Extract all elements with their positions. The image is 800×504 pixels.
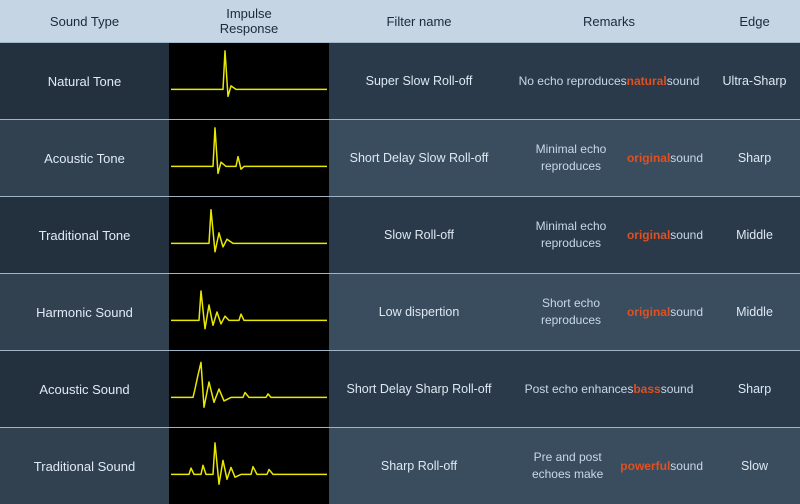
impulse-response-cell xyxy=(169,274,329,350)
table-row: Acoustic Sound Short Delay Sharp Roll-of… xyxy=(0,351,800,428)
table-row: Harmonic Sound Low dispertionShort echo … xyxy=(0,274,800,351)
impulse-response-cell xyxy=(169,428,329,504)
edge-cell: Middle xyxy=(709,274,800,350)
remarks-cell: No echo reproduces natural sound xyxy=(509,43,709,119)
sound-type-cell: Traditional Sound xyxy=(0,428,169,504)
impulse-response-cell xyxy=(169,351,329,427)
table-row: Natural Tone Super Slow Roll-offNo echo … xyxy=(0,43,800,120)
edge-cell: Slow xyxy=(709,428,800,504)
remarks-cell: Post echo enhances bass sound xyxy=(509,351,709,427)
highlighted-word: natural xyxy=(627,73,667,90)
remarks-cell: Pre and post echoes make powerful sound xyxy=(509,428,709,504)
edge-cell: Middle xyxy=(709,197,800,273)
remarks-cell: Minimal echo reproduces original sound xyxy=(509,197,709,273)
highlighted-word: original xyxy=(627,150,670,167)
header-filter: Filter name xyxy=(329,0,509,42)
header-remarks: Remarks xyxy=(509,0,709,42)
header-edge: Edge xyxy=(709,0,800,42)
highlighted-word: powerful xyxy=(620,458,670,475)
table-body: Natural Tone Super Slow Roll-offNo echo … xyxy=(0,43,800,504)
impulse-response-cell xyxy=(169,197,329,273)
filter-name-cell: Short Delay Slow Roll-off xyxy=(329,120,509,196)
sound-type-cell: Natural Tone xyxy=(0,43,169,119)
sound-type-cell: Traditional Tone xyxy=(0,197,169,273)
edge-cell: Sharp xyxy=(709,120,800,196)
table-row: Acoustic Tone Short Delay Slow Roll-offM… xyxy=(0,120,800,197)
edge-cell: Sharp xyxy=(709,351,800,427)
sound-type-cell: Harmonic Sound xyxy=(0,274,169,350)
filter-name-cell: Low dispertion xyxy=(329,274,509,350)
edge-cell: Ultra-Sharp xyxy=(709,43,800,119)
remarks-cell: Minimal echo reproduces original sound xyxy=(509,120,709,196)
highlighted-word: original xyxy=(627,304,670,321)
sound-type-cell: Acoustic Sound xyxy=(0,351,169,427)
comparison-table: Sound Type Impulse Response Filter name … xyxy=(0,0,800,504)
table-header: Sound Type Impulse Response Filter name … xyxy=(0,0,800,43)
highlighted-word: bass xyxy=(633,381,660,398)
table-row: Traditional Sound Sharp Roll-offPre and … xyxy=(0,428,800,504)
header-sound-type: Sound Type xyxy=(0,0,169,42)
filter-name-cell: Sharp Roll-off xyxy=(329,428,509,504)
impulse-response-cell xyxy=(169,43,329,119)
highlighted-word: original xyxy=(627,227,670,244)
filter-name-cell: Slow Roll-off xyxy=(329,197,509,273)
impulse-response-cell xyxy=(169,120,329,196)
header-impulse: Impulse Response xyxy=(169,0,329,42)
table-row: Traditional Tone Slow Roll-offMinimal ec… xyxy=(0,197,800,274)
filter-name-cell: Super Slow Roll-off xyxy=(329,43,509,119)
sound-type-cell: Acoustic Tone xyxy=(0,120,169,196)
remarks-cell: Short echo reproduces original sound xyxy=(509,274,709,350)
filter-name-cell: Short Delay Sharp Roll-off xyxy=(329,351,509,427)
